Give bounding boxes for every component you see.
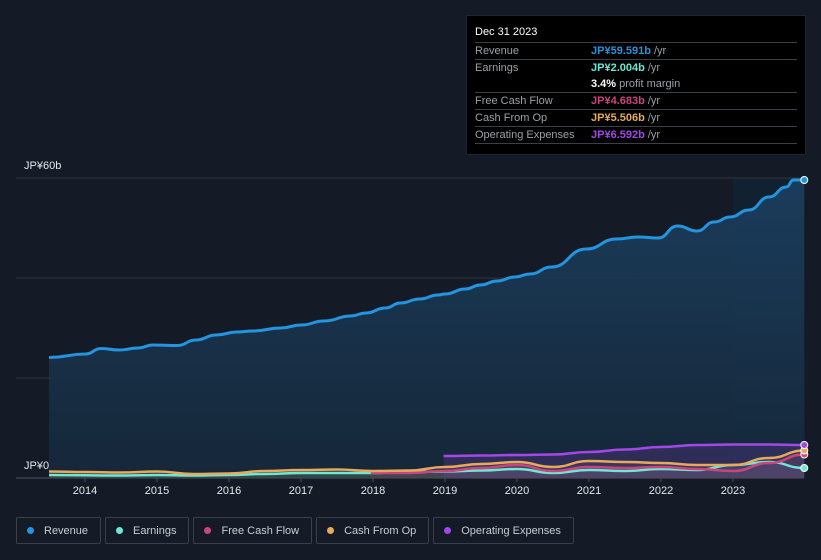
tooltip-value: JP¥2.004b xyxy=(591,62,645,74)
tooltip-row-earnings: Earnings JP¥2.004b /yr xyxy=(475,60,797,76)
legend-item-earnings[interactable]: Earnings xyxy=(105,517,190,544)
tooltip-unit: /yr xyxy=(647,95,661,107)
x-tick-label: 2014 xyxy=(72,485,98,497)
tooltip-unit: /yr xyxy=(647,62,661,74)
x-tick-label: 2022 xyxy=(648,485,674,497)
tooltip-unit: /yr xyxy=(647,112,661,124)
legend-label: Revenue xyxy=(44,524,89,537)
tooltip-label: Operating Expenses xyxy=(475,129,575,141)
x-tick-label: 2020 xyxy=(504,485,530,497)
revenue-end-marker xyxy=(800,176,809,184)
tooltip-row-free-cash-flow: Free Cash Flow JP¥4.683b /yr xyxy=(475,93,797,110)
tooltip-unit: /yr xyxy=(647,129,661,141)
legend-label: Earnings xyxy=(133,524,177,537)
y-axis-label-zero: JP¥0 xyxy=(24,460,50,472)
tooltip-value: JP¥6.592b xyxy=(591,129,645,141)
operating-expenses-end-marker xyxy=(800,441,809,449)
legend-dot-icon xyxy=(327,527,335,534)
legend-dot-icon xyxy=(116,527,124,534)
tooltip-date: Dec 31 2023 xyxy=(475,24,797,43)
tooltip-label: Cash From Op xyxy=(475,112,548,124)
x-tick-label: 2015 xyxy=(144,485,170,497)
tooltip-value: JP¥59.591b xyxy=(591,45,651,57)
legend-item-operating-expenses[interactable]: Operating Expenses xyxy=(433,517,574,544)
tooltip-unit: /yr xyxy=(653,45,667,57)
tooltip-label: Earnings xyxy=(475,62,519,74)
x-tick-label: 2019 xyxy=(432,485,458,497)
tooltip-label xyxy=(475,76,591,92)
earnings-end-marker xyxy=(800,464,809,472)
tooltip-label: Free Cash Flow xyxy=(475,95,553,107)
tooltip-row-revenue: Revenue JP¥59.591b /yr xyxy=(475,43,797,60)
legend-item-free-cash-flow[interactable]: Free Cash Flow xyxy=(193,517,313,544)
tooltip-value: JP¥4.683b xyxy=(591,95,645,107)
tooltip-row-profit-margin: 3.4% profit margin xyxy=(475,76,797,93)
x-tick-label: 2021 xyxy=(576,485,602,497)
tooltip-row-operating-expenses: Operating Expenses JP¥6.592b /yr xyxy=(475,127,797,144)
y-axis-label-max: JP¥60b xyxy=(24,160,62,172)
data-tooltip: Dec 31 2023 Revenue JP¥59.591b /yr Earni… xyxy=(466,15,806,155)
tooltip-row-cash-from-op: Cash From Op JP¥5.506b /yr xyxy=(475,110,797,127)
revenue-area xyxy=(49,180,805,478)
legend-dot-icon xyxy=(27,527,34,534)
legend-dot-icon xyxy=(204,527,212,534)
x-tick-label: 2023 xyxy=(720,485,746,497)
x-tick-label: 2016 xyxy=(216,485,242,497)
legend-item-revenue[interactable]: Revenue xyxy=(16,517,102,544)
tooltip-value: 3.4% xyxy=(591,78,617,90)
legend-label: Operating Expenses xyxy=(461,524,561,537)
tooltip-unit: profit margin xyxy=(619,78,681,90)
legend-label: Cash From Op xyxy=(344,524,417,537)
tooltip-value: JP¥5.506b xyxy=(591,112,645,124)
x-tick-label: 2017 xyxy=(288,485,314,497)
legend-dot-icon xyxy=(444,527,452,534)
chart-legend: Revenue Earnings Free Cash Flow Cash Fro… xyxy=(16,517,574,544)
tooltip-label: Revenue xyxy=(475,45,520,57)
legend-label: Free Cash Flow xyxy=(221,524,300,537)
x-tick-label: 2018 xyxy=(360,485,386,497)
legend-item-cash-from-op[interactable]: Cash From Op xyxy=(316,517,430,544)
